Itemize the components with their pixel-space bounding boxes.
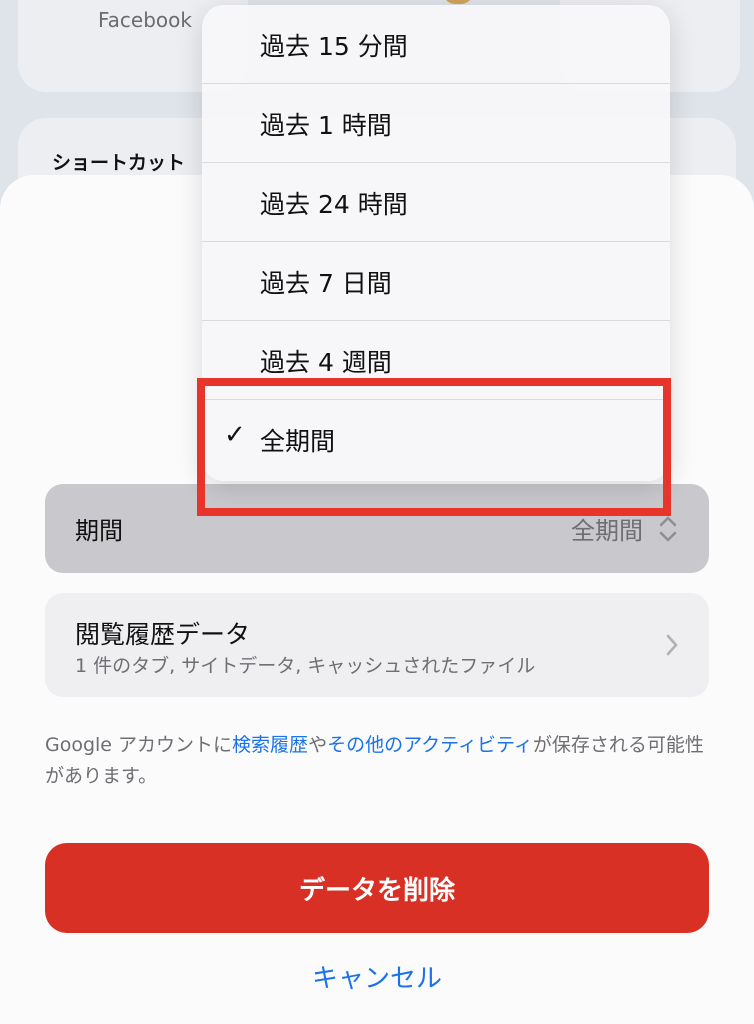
period-value: 全期間 (571, 517, 643, 545)
facebook-label: Facebook (98, 8, 192, 32)
cancel-button[interactable]: キャンセル (0, 958, 754, 995)
chevron-right-icon (666, 634, 678, 656)
menu-item-24-hours[interactable]: 過去 24 時間 (202, 163, 670, 242)
menu-item-15-minutes[interactable]: 過去 15 分間 (202, 5, 670, 84)
account-notice: Google アカウントに検索履歴やその他のアクティビティが保存される可能性があ… (45, 730, 715, 792)
period-label: 期間 (75, 517, 123, 545)
browsing-history-title: 閲覧履歴データ (75, 620, 251, 649)
menu-item-label: 過去 24 時間 (260, 190, 408, 219)
menu-item-7-days[interactable]: 過去 7 日間 (202, 242, 670, 321)
menu-item-label: 過去 7 日間 (260, 269, 392, 298)
notice-prefix: Google アカウントに (45, 734, 233, 756)
menu-item-label: 過去 4 週間 (260, 348, 392, 377)
app-icon (443, 0, 473, 4)
browsing-history-subtitle: 1 件のタブ, サイトデータ, キャッシュされたファイル (75, 655, 536, 677)
browsing-history-row[interactable]: 閲覧履歴データ 1 件のタブ, サイトデータ, キャッシュされたファイル (45, 593, 709, 697)
menu-item-label: 過去 15 分間 (260, 32, 408, 61)
highlight-annotation-box (197, 378, 671, 516)
menu-item-1-hour[interactable]: 過去 1 時間 (202, 84, 670, 163)
chevron-up-down-icon (659, 516, 677, 542)
other-activity-link[interactable]: その他のアクティビティ (327, 734, 533, 756)
delete-data-button[interactable]: データを削除 (45, 843, 709, 933)
menu-item-label: 過去 1 時間 (260, 111, 392, 140)
notice-middle: や (308, 734, 328, 756)
search-history-link[interactable]: 検索履歴 (232, 734, 308, 756)
shortcut-section-label: ショートカット (52, 152, 186, 174)
